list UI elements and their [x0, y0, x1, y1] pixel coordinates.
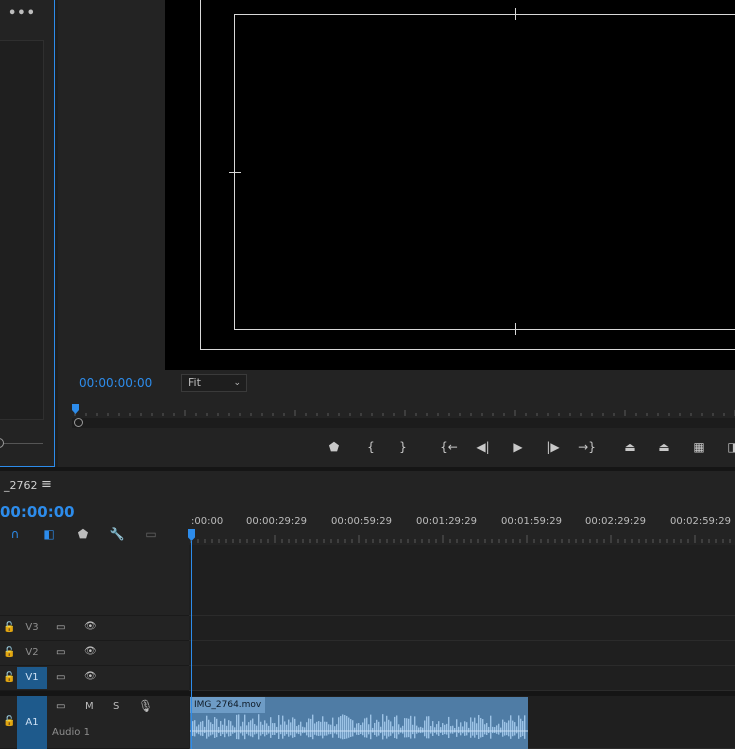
chevron-down-icon: ⌄	[233, 378, 241, 388]
video-preview[interactable]	[165, 0, 735, 370]
linked-selection-icon[interactable]: ◧	[40, 525, 58, 543]
sequence-tab[interactable]: _2762	[4, 479, 38, 492]
playhead-timecode[interactable]: 00:00:00:00	[79, 376, 152, 390]
audio-clip[interactable]: IMG_2764.mov	[190, 697, 528, 749]
track-header-v3: 🔓 V3 ▭ 👁	[0, 616, 189, 641]
timeline-panel: _2762 ≡ 00:00:00 ∩ ◧ ⬟ 🔧 ▭ :00:00 00:00:2…	[0, 471, 735, 749]
safe-tick-bottom	[515, 323, 516, 335]
safe-tick-top	[515, 8, 516, 20]
track-header-a1: 🔓 A1 ▭ M S 🎙 Audio 1	[0, 696, 189, 749]
extract-button[interactable]: ⏏	[653, 436, 675, 458]
wrench-icon[interactable]: 🔧	[108, 525, 126, 543]
tab-menu-icon[interactable]: ≡	[41, 477, 52, 492]
timeline-playhead-line[interactable]	[191, 541, 192, 749]
track-lane-v1[interactable]	[189, 666, 735, 691]
go-to-in-button[interactable]: {←	[438, 436, 460, 458]
eye-icon[interactable]: 👁	[84, 646, 97, 657]
zoom-level-select[interactable]: Fit ⌄	[181, 374, 247, 392]
mark-out-button[interactable]: }	[392, 436, 414, 458]
track-name-a1: Audio 1	[52, 727, 90, 738]
sync-lock-icon[interactable]: ▭	[56, 622, 65, 633]
track-label-v2[interactable]: V2	[17, 642, 47, 664]
add-marker-icon[interactable]: ⬟	[74, 525, 92, 543]
audio-waveform	[190, 714, 528, 740]
sync-lock-icon[interactable]: ▭	[56, 647, 65, 658]
project-panel: •••	[0, 0, 55, 467]
track-lane-v2[interactable]	[189, 641, 735, 666]
microphone-icon[interactable]: 🎙	[138, 699, 153, 713]
lift-button[interactable]: ⏏	[619, 436, 641, 458]
mark-in-button[interactable]: {	[360, 436, 382, 458]
sync-lock-icon[interactable]: ▭	[56, 701, 65, 712]
track-label-a1[interactable]: A1	[17, 696, 47, 749]
timeline-time-ruler[interactable]: :00:00 00:00:29:29 00:00:59:29 00:01:29:29 0…	[189, 511, 735, 545]
title-safe-guide	[234, 14, 735, 330]
program-monitor: 00:00:00:00 Fit ⌄ ⬟ {} {← ◀| ▶ |▶ →} ⏏ ⏏ ▦ ◨	[58, 0, 735, 467]
panel-content	[0, 40, 44, 420]
lock-icon[interactable]: 🔓	[3, 622, 15, 633]
track-label-v3[interactable]: V3	[17, 617, 47, 639]
export-frame-button[interactable]: ▦	[688, 436, 710, 458]
solo-button[interactable]: S	[113, 701, 119, 712]
step-back-button[interactable]: ◀|	[472, 436, 494, 458]
scrollbar-handle[interactable]	[74, 418, 83, 427]
zoom-level-value: Fit	[188, 376, 201, 389]
zoom-slider-knob[interactable]	[0, 438, 4, 448]
track-header-v2: 🔓 V2 ▭ 👁	[0, 641, 189, 666]
lock-icon[interactable]: 🔓	[3, 672, 15, 683]
monitor-time-ruler[interactable]	[72, 404, 735, 418]
track-header-spacer	[0, 545, 189, 616]
monitor-ruler-ticks	[72, 404, 735, 416]
sequence-timecode[interactable]: 00:00:00	[0, 503, 75, 521]
monitor-playhead-icon	[72, 404, 79, 414]
safe-tick-left	[229, 172, 241, 173]
panel-menu-icon[interactable]: •••	[8, 6, 36, 21]
track-header-v1: 🔓 V1 ▭ 👁	[0, 666, 189, 691]
step-forward-button[interactable]: |▶	[542, 436, 564, 458]
zoom-slider-track	[0, 443, 43, 444]
timeline-ruler-ticks	[190, 535, 731, 543]
lock-icon[interactable]: 🔓	[3, 716, 15, 727]
mute-button[interactable]: M	[85, 701, 94, 712]
play-button[interactable]: ▶	[507, 436, 529, 458]
sync-lock-icon[interactable]: ▭	[56, 672, 65, 683]
snap-icon[interactable]: ∩	[6, 525, 24, 543]
monitor-zoom-scrollbar[interactable]	[72, 418, 735, 428]
go-to-out-button[interactable]: →}	[576, 436, 598, 458]
transport-controls: ⬟ {} {← ◀| ▶ |▶ →} ⏏ ⏏ ▦ ◨	[58, 436, 735, 458]
comparison-button[interactable]: ◨	[722, 436, 735, 458]
lock-icon[interactable]: 🔓	[3, 647, 15, 658]
eye-icon[interactable]: 👁	[84, 621, 97, 632]
captions-icon[interactable]: ▭	[142, 525, 160, 543]
track-lane-v3[interactable]	[189, 616, 735, 641]
track-lane-spacer	[189, 545, 735, 616]
track-label-v1[interactable]: V1	[17, 667, 47, 689]
add-marker-button[interactable]: ⬟	[323, 436, 345, 458]
eye-icon[interactable]: 👁	[84, 671, 97, 682]
timeline-tools: ∩ ◧ ⬟ 🔧 ▭	[0, 525, 188, 543]
